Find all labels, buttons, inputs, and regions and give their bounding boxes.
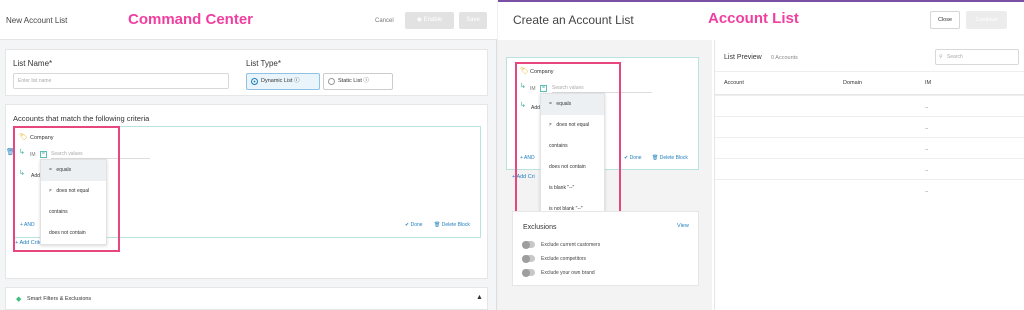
command-center-annotation: Command Center <box>128 11 254 28</box>
account-list-panel: Create an Account List Account List Clos… <box>498 0 1024 310</box>
table-row: -- <box>715 158 1024 179</box>
delete-block-button[interactable]: 🗑 Delete Block <box>434 222 470 228</box>
radio-selected-icon <box>251 78 258 85</box>
done-label: Done <box>410 222 423 228</box>
exclude-brand-toggle[interactable] <box>522 268 535 277</box>
exclude-customers-label: Exclude current customers <box>541 242 601 248</box>
left-window-title: New Account List <box>6 16 68 25</box>
view-link[interactable]: View <box>677 223 689 229</box>
info-icon: ⓘ <box>363 78 369 84</box>
dynamic-list-label: Dynamic List <box>261 78 293 84</box>
list-preview-title: List Preview <box>724 54 762 61</box>
filter-icon: ◆ <box>16 296 22 303</box>
im-cell: -- <box>925 147 929 153</box>
preview-search-placeholder: Search <box>947 54 963 60</box>
divider <box>715 71 1024 72</box>
exclusions-title: Exclusions <box>523 224 557 231</box>
static-list-label: Static List <box>338 78 362 84</box>
cancel-button[interactable]: Cancel <box>375 18 394 24</box>
enable-button[interactable]: ◉ Enable <box>405 12 454 29</box>
im-cell: -- <box>925 105 929 111</box>
delete-block-label: Delete Block <box>659 155 688 161</box>
radio-unselected-icon <box>328 78 335 85</box>
table-row: -- <box>715 137 1024 158</box>
chevron-up-icon[interactable]: ▲ <box>476 294 483 301</box>
info-icon: ⓘ <box>294 78 300 84</box>
criteria-title: Accounts that match the following criter… <box>13 114 150 123</box>
list-name-input[interactable]: Enter list name <box>13 73 229 89</box>
exclusions-card: Exclusions View Exclude current customer… <box>512 211 699 286</box>
dynamic-list-radio[interactable]: Dynamic List ⓘ <box>246 73 320 90</box>
command-center-panel: New Account List Command Center Cancel ◉… <box>0 0 497 310</box>
column-account[interactable]: Account <box>724 80 744 86</box>
im-cell: -- <box>925 126 929 132</box>
save-button[interactable]: Save <box>459 12 487 29</box>
static-list-radio[interactable]: Static List ⓘ <box>323 73 393 90</box>
list-type-label: List Type* <box>246 59 281 68</box>
continue-button[interactable]: Continue <box>966 11 1007 29</box>
delete-block-label: Delete Block <box>441 222 470 228</box>
account-list-annotation: Account List <box>708 10 799 27</box>
enable-label: Enable <box>423 17 443 23</box>
column-im[interactable]: IM <box>925 80 931 86</box>
table-row: -- <box>715 116 1024 137</box>
exclude-competitors-label: Exclude competitors <box>541 256 587 262</box>
exclude-brand-label: Exclude your own brand <box>541 270 595 276</box>
exclude-competitors-toggle[interactable] <box>522 254 535 263</box>
delete-block-button[interactable]: 🗑 Delete Block <box>652 155 688 161</box>
highlight-box <box>515 62 621 224</box>
done-button[interactable]: ✔ Done <box>405 222 423 228</box>
preview-search-input[interactable]: ⚲ Search <box>935 49 1019 65</box>
done-button[interactable]: ✔ Done <box>624 155 642 161</box>
highlight-box <box>13 126 120 252</box>
list-preview-panel: List Preview 0 Accounts ⚲ Search Account… <box>714 40 1024 310</box>
right-window-title: Create an Account List <box>513 13 634 27</box>
table-row: -- <box>715 179 1024 200</box>
im-cell: -- <box>925 168 929 174</box>
table-row: -- <box>715 95 1024 116</box>
list-settings-card: List Name* Enter list name List Type* Dy… <box>5 49 488 96</box>
account-count: 0 Accounts <box>771 55 798 61</box>
exclude-customers-toggle[interactable] <box>522 240 535 249</box>
close-button[interactable]: Close <box>930 11 960 29</box>
smart-filters-label: Smart Filters & Exclusions <box>27 296 92 302</box>
top-accent-bar <box>498 0 1024 2</box>
column-domain[interactable]: Domain <box>843 80 862 86</box>
smart-filters-card[interactable]: ◆ Smart Filters & Exclusions ▲ <box>5 287 488 310</box>
im-cell: -- <box>925 189 929 195</box>
list-name-label: List Name* <box>13 59 53 68</box>
search-icon: ⚲ <box>939 54 943 60</box>
enable-icon: ◉ <box>416 17 424 23</box>
left-header: New Account List Command Center Cancel ◉… <box>0 0 497 40</box>
done-label: Done <box>629 155 642 161</box>
